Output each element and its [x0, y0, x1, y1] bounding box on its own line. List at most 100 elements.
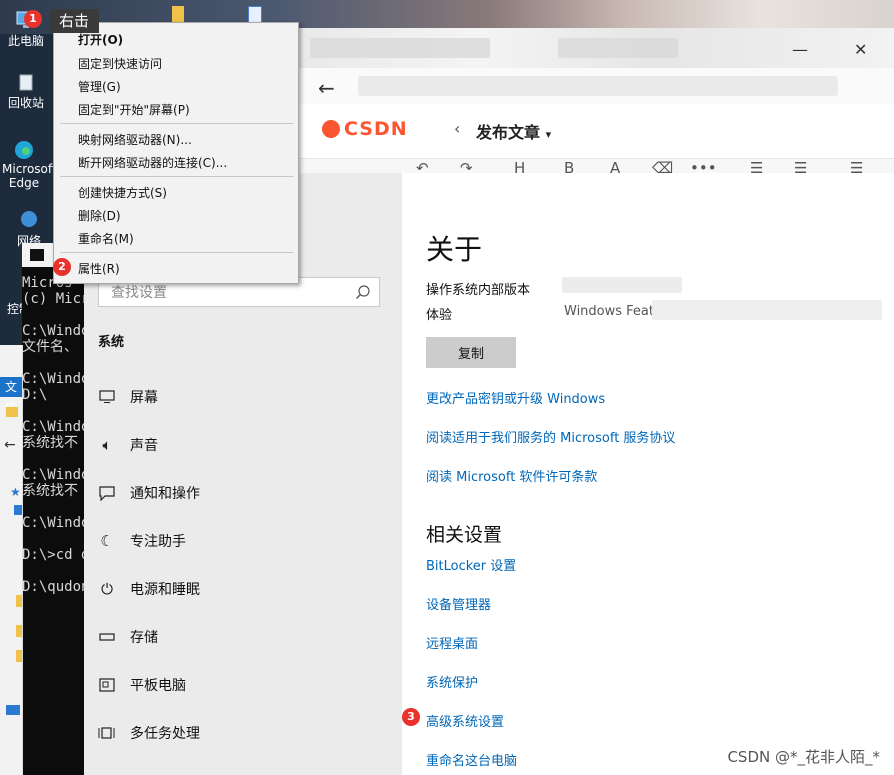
multitask-icon — [84, 726, 130, 740]
settings-content: 关于 操作系统内部版本 体验 Windows Feat 复制 更改产品密钥或升级… — [402, 173, 894, 775]
bitlocker-settings-link[interactable]: BitLocker 设置 — [426, 555, 516, 574]
close-button[interactable]: ✕ — [854, 40, 867, 59]
step-badge-1: 1 — [24, 10, 42, 28]
blurred-url[interactable] — [358, 76, 838, 96]
folder-icon[interactable] — [172, 6, 184, 22]
menu-separator — [60, 176, 294, 177]
system-protection-link[interactable]: 系统保护 — [426, 672, 478, 691]
minimize-button[interactable]: — — [792, 40, 808, 59]
nav-item-storage[interactable]: 存储 — [84, 617, 402, 657]
search-icon[interactable] — [355, 284, 371, 300]
blurred-value — [562, 277, 682, 293]
menu-item-properties[interactable]: 属性(R) — [78, 260, 120, 277]
blurred-value — [652, 300, 882, 320]
csdn-logo-text: CSDN — [344, 118, 408, 140]
nav-item-tablet[interactable]: 平板电脑 — [84, 665, 402, 705]
page-title: 关于 — [426, 233, 483, 266]
drive-icon[interactable] — [6, 705, 20, 715]
terminal-line: 系统找不 — [22, 483, 78, 499]
nav-item-label: 平板电脑 — [130, 678, 186, 694]
desktop-icon-label: 此电脑 — [7, 34, 44, 48]
nav-item-display[interactable]: 屏幕 — [84, 377, 402, 417]
folder-icon[interactable] — [16, 595, 22, 607]
edge-desktop-icon[interactable]: Microsoft Edge — [2, 140, 57, 190]
moon-icon: ☾ — [100, 532, 114, 550]
folder-icon[interactable] — [6, 407, 18, 417]
menu-item-disconnect-drive[interactable]: 断开网络驱动器的连接(C)... — [78, 154, 227, 171]
menu-item-pin-start[interactable]: 固定到"开始"屏幕(P) — [78, 101, 190, 118]
explorer-file-tab[interactable]: 文件 — [0, 377, 22, 414]
menu-item-map-drive[interactable]: 映射网络驱动器(N)... — [78, 131, 192, 148]
nav-item-focus-assist[interactable]: ☾ 专注助手 — [84, 521, 402, 561]
chat-icon — [84, 485, 130, 501]
remote-desktop-link[interactable]: 远程桌面 — [426, 633, 478, 652]
chevron-left-icon[interactable]: ‹ — [454, 119, 460, 138]
desktop-icon[interactable] — [14, 505, 22, 515]
network-icon — [21, 211, 37, 227]
terminal-line: C:\Windo — [22, 419, 84, 435]
star-icon[interactable]: ★ — [10, 485, 21, 499]
nav-item-power-sleep[interactable]: ⏻ 电源和睡眠 — [84, 569, 402, 609]
recycle-bin-icon — [19, 74, 33, 91]
menu-item-delete[interactable]: 删除(D) — [78, 207, 121, 224]
nav-item-label: 存储 — [130, 630, 158, 646]
menu-separator — [60, 123, 294, 124]
csdn-watermark: CSDN @*_花非人陌_* — [727, 748, 880, 766]
service-agreement-link[interactable]: 阅读适用于我们服务的 Microsoft 服务协议 — [426, 427, 675, 446]
terminal-line: 文件名、 — [22, 339, 78, 355]
nav-item-label: 专注助手 — [130, 534, 186, 550]
cmd-window[interactable]: Micros (c) Micr C:\Windo 文件名、 C:\Windo D… — [22, 243, 84, 775]
experience-value: Windows Feat — [564, 304, 654, 319]
copy-button[interactable]: 复制 — [426, 337, 516, 368]
change-product-key-link[interactable]: 更改产品密钥或升级 Windows — [426, 388, 605, 407]
advanced-system-settings-link[interactable]: 高级系统设置 — [426, 711, 504, 730]
nav-item-multitasking[interactable]: 多任务处理 — [84, 713, 402, 753]
nav-item-sound[interactable]: 🔈︎ 声音 — [84, 425, 402, 465]
nav-section-system: 系统 — [98, 335, 125, 350]
csdn-logo[interactable]: CSDN — [322, 118, 408, 140]
terminal-line: C:\Windo — [22, 467, 84, 483]
menu-item-rename[interactable]: 重命名(M) — [78, 230, 134, 247]
os-build-label: 操作系统内部版本 — [426, 283, 531, 298]
related-settings-title: 相关设置 — [426, 524, 503, 546]
menu-item-open[interactable]: 打开(O) — [78, 31, 123, 48]
terminal-line: D:\ — [22, 387, 48, 403]
browser-window[interactable]: — ✕ ← CSDN ‹ 发布文章 ▾ ↶ ↷ H B A ⌫ ••• ☰ ☰ … — [298, 28, 894, 179]
terminal-line: C:\Windo — [22, 323, 84, 339]
browser-tab-strip[interactable]: — ✕ — [298, 28, 894, 68]
publish-article-menu[interactable]: 发布文章 ▾ — [476, 119, 551, 143]
cmd-icon — [30, 249, 44, 261]
nav-item-notifications[interactable]: 通知和操作 — [84, 473, 402, 513]
menu-item-manage[interactable]: 管理(G) — [78, 78, 121, 95]
back-arrow-icon[interactable]: ← — [318, 76, 335, 100]
device-manager-link[interactable]: 设备管理器 — [426, 594, 491, 613]
license-terms-link[interactable]: 阅读 Microsoft 软件许可条款 — [426, 466, 597, 485]
terminal-line: 系统找不 — [22, 435, 78, 451]
csdn-mascot-icon — [322, 120, 340, 138]
back-arrow-icon[interactable]: ← — [4, 437, 16, 453]
folder-icon[interactable] — [16, 650, 22, 662]
recycle-bin-desktop-icon[interactable]: 回收站 — [6, 72, 46, 111]
nav-item-label: 电源和睡眠 — [130, 582, 200, 598]
chevron-down-icon: ▾ — [545, 128, 552, 141]
nav-item-label: 多任务处理 — [130, 726, 200, 742]
terminal-line: D:\qudon — [22, 579, 84, 595]
blurred-tab[interactable] — [310, 38, 490, 58]
nav-item-label: 屏幕 — [130, 390, 158, 406]
menu-separator — [60, 252, 294, 253]
folder-icon[interactable] — [16, 625, 22, 637]
tablet-icon — [84, 678, 130, 692]
nav-item-label: 通知和操作 — [130, 486, 200, 502]
rename-pc-link[interactable]: 重命名这台电脑 — [426, 750, 517, 769]
publish-article-label: 发布文章 — [476, 123, 541, 142]
desktop-icon-label: Edge — [8, 176, 40, 190]
context-menu: 打开(O) 固定到快速访问 管理(G) 固定到"开始"屏幕(P) 映射网络驱动器… — [53, 22, 299, 284]
menu-item-create-shortcut[interactable]: 创建快捷方式(S) — [78, 184, 167, 201]
step-badge-3: 3 — [402, 708, 420, 726]
desktop-icon-label: 回收站 — [7, 96, 44, 110]
blurred-tab[interactable] — [558, 38, 678, 58]
file-explorer-window[interactable]: 文件 ← ★ — [0, 345, 23, 775]
address-bar[interactable]: ← — [298, 68, 894, 104]
menu-item-pin-quick-access[interactable]: 固定到快速访问 — [78, 55, 162, 72]
csdn-header: CSDN ‹ 发布文章 ▾ — [298, 104, 894, 159]
